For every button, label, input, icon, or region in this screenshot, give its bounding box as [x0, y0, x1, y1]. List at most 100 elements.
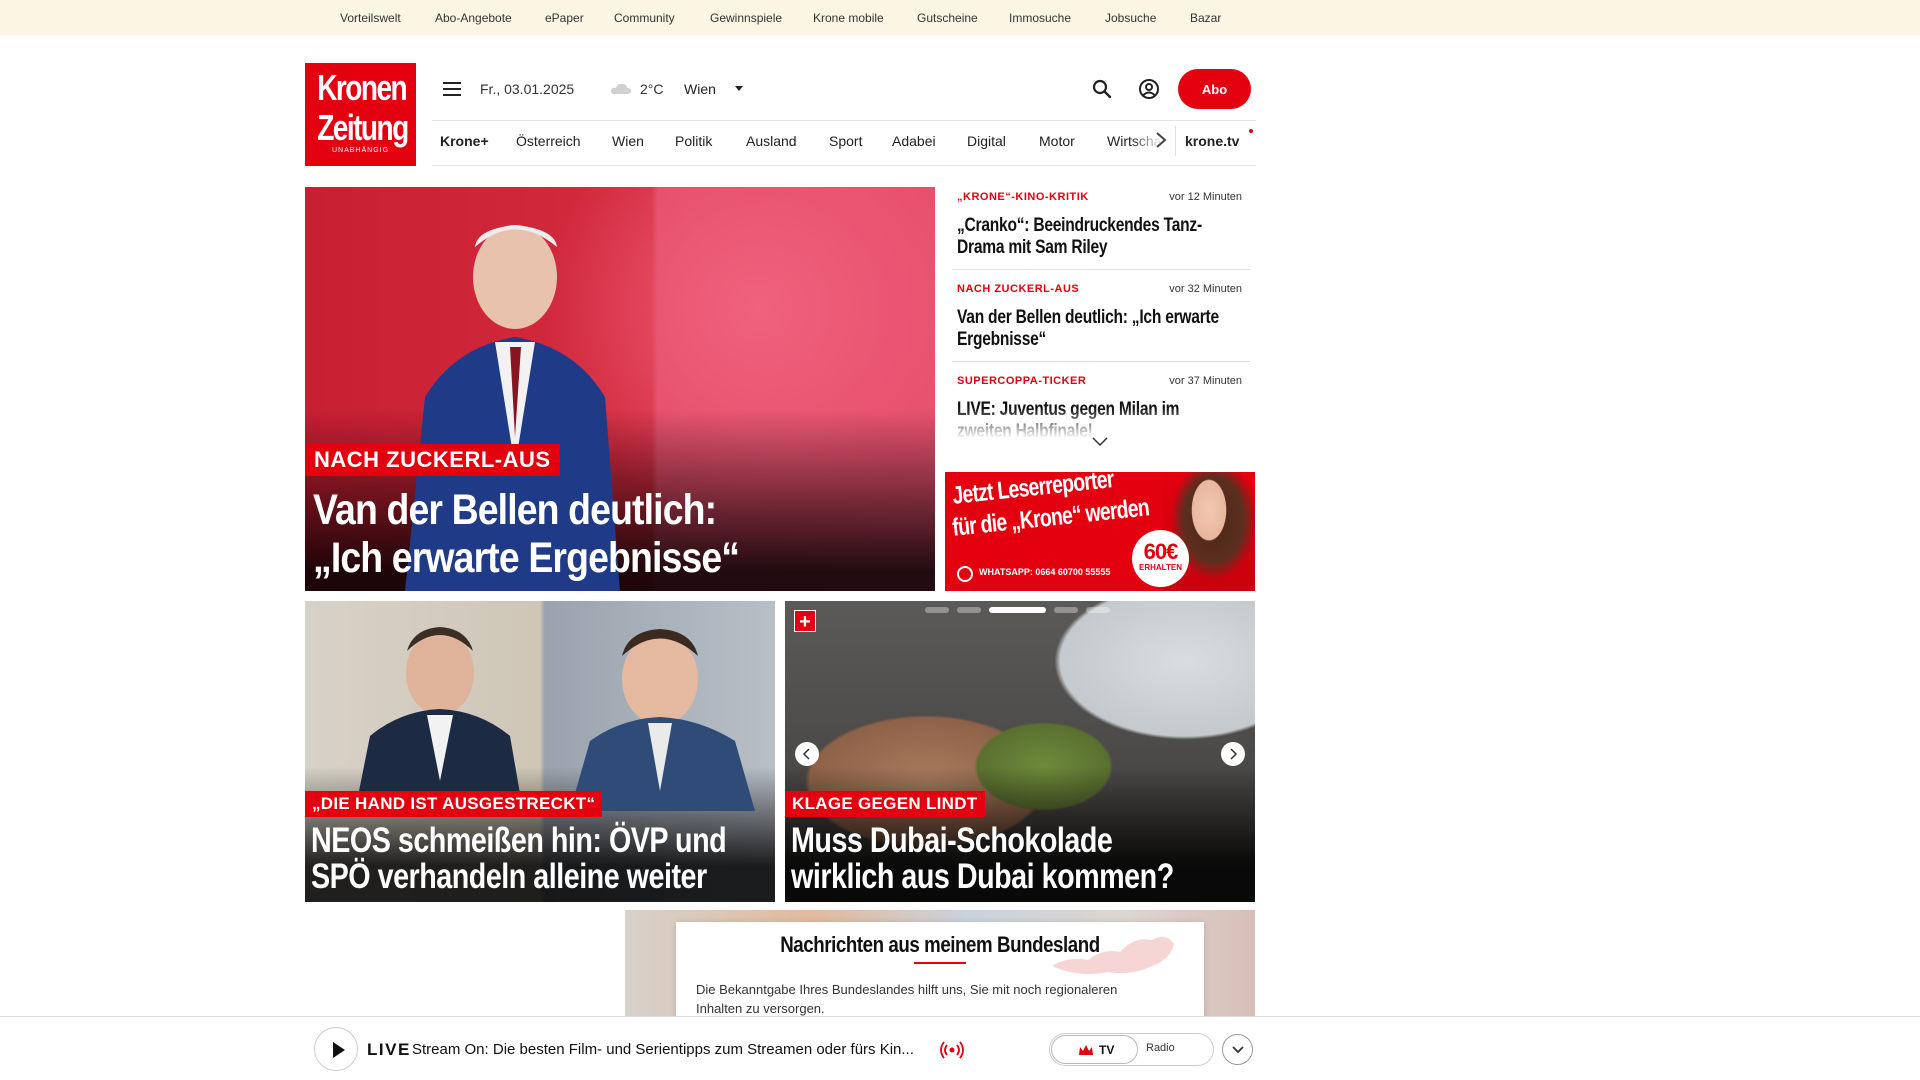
- topbar-link-epaper[interactable]: ePaper: [545, 11, 584, 25]
- nav-item-krone-tv[interactable]: krone.tv: [1185, 133, 1239, 149]
- broadcast-icon[interactable]: [940, 1041, 964, 1059]
- title-underline: [914, 962, 966, 964]
- live-stream-title[interactable]: Stream On: Die besten Film- und Serienti…: [412, 1041, 914, 1058]
- teaser-carousel[interactable]: + KLAGE GEGEN LINDT Muss Dubai-Schokolad…: [785, 601, 1255, 902]
- tv-label: TV: [1099, 1043, 1115, 1057]
- carousel-dot[interactable]: [957, 607, 981, 613]
- topbar-link-jobsuche[interactable]: Jobsuche: [1105, 11, 1156, 25]
- teaser-headline-line-1: Muss Dubai-Schokolade: [791, 821, 1113, 860]
- news-divider: [952, 361, 1250, 362]
- city-selector[interactable]: Wien: [684, 81, 716, 97]
- nav-item-oesterreich[interactable]: Österreich: [516, 133, 581, 149]
- carousel-prev-button[interactable]: [795, 742, 819, 766]
- teaser-photo-left-person: [355, 627, 523, 811]
- abo-button[interactable]: Abo: [1178, 69, 1251, 109]
- nav-item-adabei[interactable]: Adabei: [892, 133, 936, 149]
- carousel-pagination: [925, 607, 1125, 615]
- chevron-down-icon[interactable]: [735, 86, 743, 91]
- play-button[interactable]: [314, 1027, 358, 1071]
- ad-reward-badge: 60€ ERHALTEN: [1132, 530, 1189, 587]
- hero-kicker: NACH ZUCKERL-AUS: [305, 444, 560, 476]
- news-time: vor 32 Minuten: [1169, 283, 1242, 295]
- temperature: 2°C: [640, 81, 664, 97]
- logo-line-1: Kronen: [317, 67, 407, 108]
- bundesland-title: Nachrichten aus meinem Bundesland: [780, 932, 1100, 957]
- topbar-link-abo-angebote[interactable]: Abo-Angebote: [435, 11, 512, 25]
- topbar-link-krone-mobile[interactable]: Krone mobile: [813, 11, 884, 25]
- account-icon[interactable]: [1138, 78, 1160, 100]
- live-label: LIVE: [367, 1040, 411, 1059]
- topbar-link-vorteilswelt[interactable]: Vorteilswelt: [340, 11, 401, 25]
- nav-item-motor[interactable]: Motor: [1039, 133, 1075, 149]
- chevron-right-icon[interactable]: [1154, 130, 1168, 150]
- hero-headline[interactable]: Van der Bellen deutlich: „Ich erwarte Er…: [313, 486, 844, 582]
- live-indicator-dot: [1249, 129, 1253, 133]
- play-icon: [333, 1042, 345, 1058]
- topbar-link-immosuche[interactable]: Immosuche: [1009, 11, 1071, 25]
- topbar-link-bazar[interactable]: Bazar: [1190, 11, 1221, 25]
- teaser-headline-line-2: SPÖ verhandeln alleine weiter: [311, 857, 707, 896]
- news-title[interactable]: „Cranko“: Beeindruckendes Tanz-Drama mit…: [957, 215, 1228, 259]
- nav-item-politik[interactable]: Politik: [675, 133, 712, 149]
- topbar-link-community[interactable]: Community: [614, 11, 675, 25]
- ad-reward-amount: 60€: [1143, 539, 1179, 564]
- news-kicker: NACH ZUCKERL-AUS: [957, 283, 1080, 295]
- nav-item-digital[interactable]: Digital: [967, 133, 1006, 149]
- nav-divider-bottom: [432, 165, 1256, 166]
- news-list-item[interactable]: „KRONE“-KINO-KRITIK vor 12 Minuten „Cran…: [957, 191, 1250, 263]
- hero-headline-line-1: Van der Bellen deutlich:: [313, 486, 717, 534]
- krone-logo[interactable]: Kronen Zeitung UNABHÄNGIG: [305, 63, 416, 166]
- ad-whatsapp-number: WHATSAPP: 0664 60700 55555: [979, 567, 1111, 577]
- teaser-article[interactable]: „DIE HAND IST AUSGESTRECKT“ NEOS schmeiß…: [305, 601, 775, 902]
- search-icon[interactable]: [1091, 78, 1113, 100]
- tv-radio-toggle: TV Radio: [1049, 1033, 1214, 1066]
- chevron-down-icon: [1232, 1046, 1244, 1054]
- nav-item-wien[interactable]: Wien: [612, 133, 644, 149]
- live-player-bar: LIVE Stream On: Die besten Film- und Ser…: [0, 1016, 1920, 1080]
- nav-item-ausland[interactable]: Ausland: [746, 133, 797, 149]
- chevron-right-icon: [1230, 748, 1238, 760]
- bundesland-description: Die Bekanntgabe Ihres Bundeslandes hilft…: [696, 982, 1118, 1016]
- logo-line-2: Zeitung: [317, 107, 409, 148]
- teaser-headline-line-2: wirklich aus Dubai kommen?: [791, 857, 1174, 896]
- carousel-dot-active[interactable]: [989, 607, 1046, 613]
- teaser-kicker: KLAGE GEGEN LINDT: [785, 791, 985, 817]
- nav-item-krone-plus[interactable]: Krone+: [440, 133, 489, 149]
- current-date: Fr., 03.01.2025: [480, 81, 575, 97]
- service-bar: Vorteilswelt Abo-Angebote ePaper Communi…: [0, 0, 1920, 35]
- menu-icon[interactable]: [443, 82, 461, 96]
- cloud-icon: [610, 83, 632, 94]
- teaser-kicker: „DIE HAND IST AUSGESTRECKT“: [305, 791, 603, 817]
- nav-item-sport[interactable]: Sport: [829, 133, 862, 149]
- teaser-photo-right-person: [570, 629, 755, 811]
- news-kicker: SUPERCOPPA-TICKER: [957, 375, 1087, 387]
- nav-divider-top: [432, 120, 1256, 121]
- news-time: vor 37 Minuten: [1169, 375, 1242, 387]
- leserreporter-ad[interactable]: Jetzt Leserreporter für die „Krone“ werd…: [945, 472, 1255, 591]
- ad-reward-label: ERHALTEN: [1139, 563, 1182, 572]
- topbar-link-gewinnspiele[interactable]: Gewinnspiele: [710, 11, 782, 25]
- carousel-dot[interactable]: [925, 607, 949, 613]
- nav-separator: [1175, 126, 1176, 156]
- radio-toggle-option[interactable]: Radio: [1146, 1042, 1175, 1054]
- carousel-next-button[interactable]: [1221, 742, 1245, 766]
- news-title[interactable]: Van der Bellen deutlich: „Ich erwarte Er…: [957, 307, 1228, 351]
- teaser-headline[interactable]: NEOS schmeißen hin: ÖVP und SPÖ verhande…: [311, 823, 737, 895]
- carousel-dot[interactable]: [1054, 607, 1078, 613]
- teaser-headline[interactable]: Muss Dubai-Schokolade wirklich aus Dubai…: [791, 823, 1217, 895]
- chevron-down-icon[interactable]: [1091, 436, 1109, 448]
- topbar-link-gutscheine[interactable]: Gutscheine: [917, 11, 978, 25]
- tv-toggle-option[interactable]: TV: [1051, 1035, 1138, 1064]
- teaser-headline-line-1: NEOS schmeißen hin: ÖVP und: [311, 821, 727, 860]
- crown-icon: [1079, 1045, 1093, 1055]
- news-kicker: „KRONE“-KINO-KRITIK: [957, 191, 1089, 203]
- krone-plus-badge: +: [794, 610, 816, 633]
- expand-player-button[interactable]: [1222, 1034, 1253, 1065]
- whatsapp-icon: [957, 566, 973, 582]
- hero-headline-line-2: „Ich erwarte Ergebnisse“: [313, 534, 740, 582]
- news-list-item[interactable]: NACH ZUCKERL-AUS vor 32 Minuten Van der …: [957, 283, 1250, 355]
- news-time: vor 12 Minuten: [1169, 191, 1242, 203]
- chevron-left-icon: [802, 748, 810, 760]
- news-divider: [952, 269, 1250, 270]
- carousel-dot[interactable]: [1086, 607, 1110, 613]
